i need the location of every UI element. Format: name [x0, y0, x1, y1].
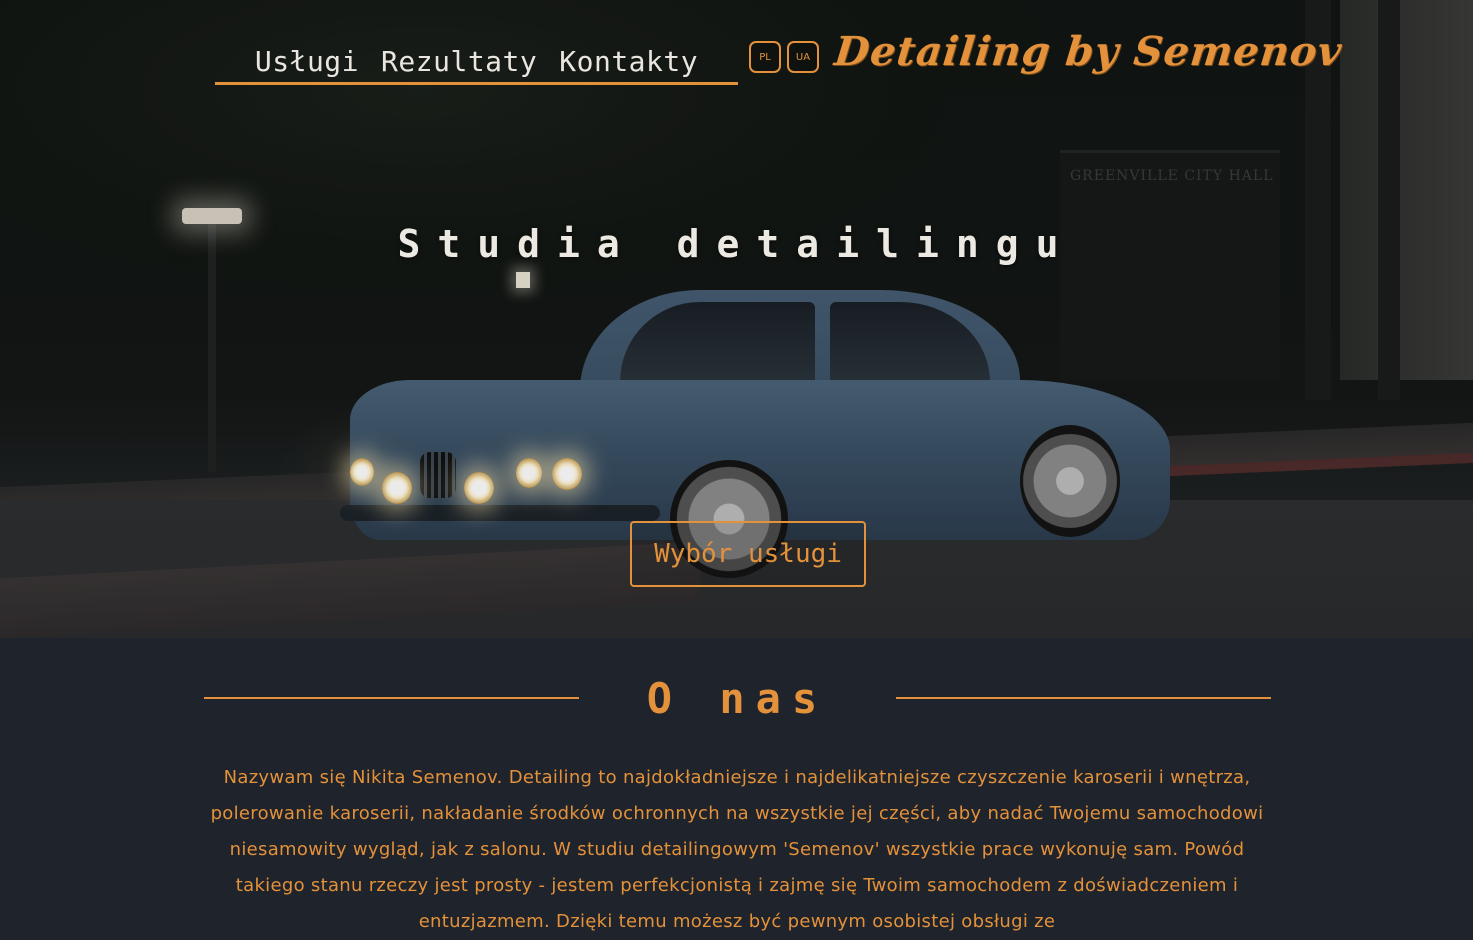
choose-service-button[interactable]: Wybór usługi — [630, 521, 866, 587]
language-button-ua[interactable]: UA — [787, 41, 819, 73]
nav-link-contacts[interactable]: Kontakty — [559, 45, 698, 78]
hero-title: Studia detailingu — [397, 222, 1076, 266]
about-title: O nas — [646, 674, 829, 723]
about-section: O nas Nazywam się Nikita Semenov. Detail… — [0, 638, 1473, 932]
about-text: Nazywam się Nikita Semenov. Detailing to… — [210, 767, 1264, 932]
brand-logo[interactable]: Detailing by Semenov — [831, 28, 1344, 88]
about-divider-right — [896, 697, 1271, 699]
language-button-pl[interactable]: PL — [749, 41, 781, 73]
hero-section: GREENVILLE CITY HALL Usługi Rezultaty Ko… — [0, 0, 1473, 638]
nav-link-results[interactable]: Rezultaty — [381, 45, 537, 78]
nav-link-services[interactable]: Usługi — [255, 45, 359, 78]
main-nav: Usługi Rezultaty Kontakty — [215, 40, 738, 85]
about-divider-left — [204, 697, 579, 699]
